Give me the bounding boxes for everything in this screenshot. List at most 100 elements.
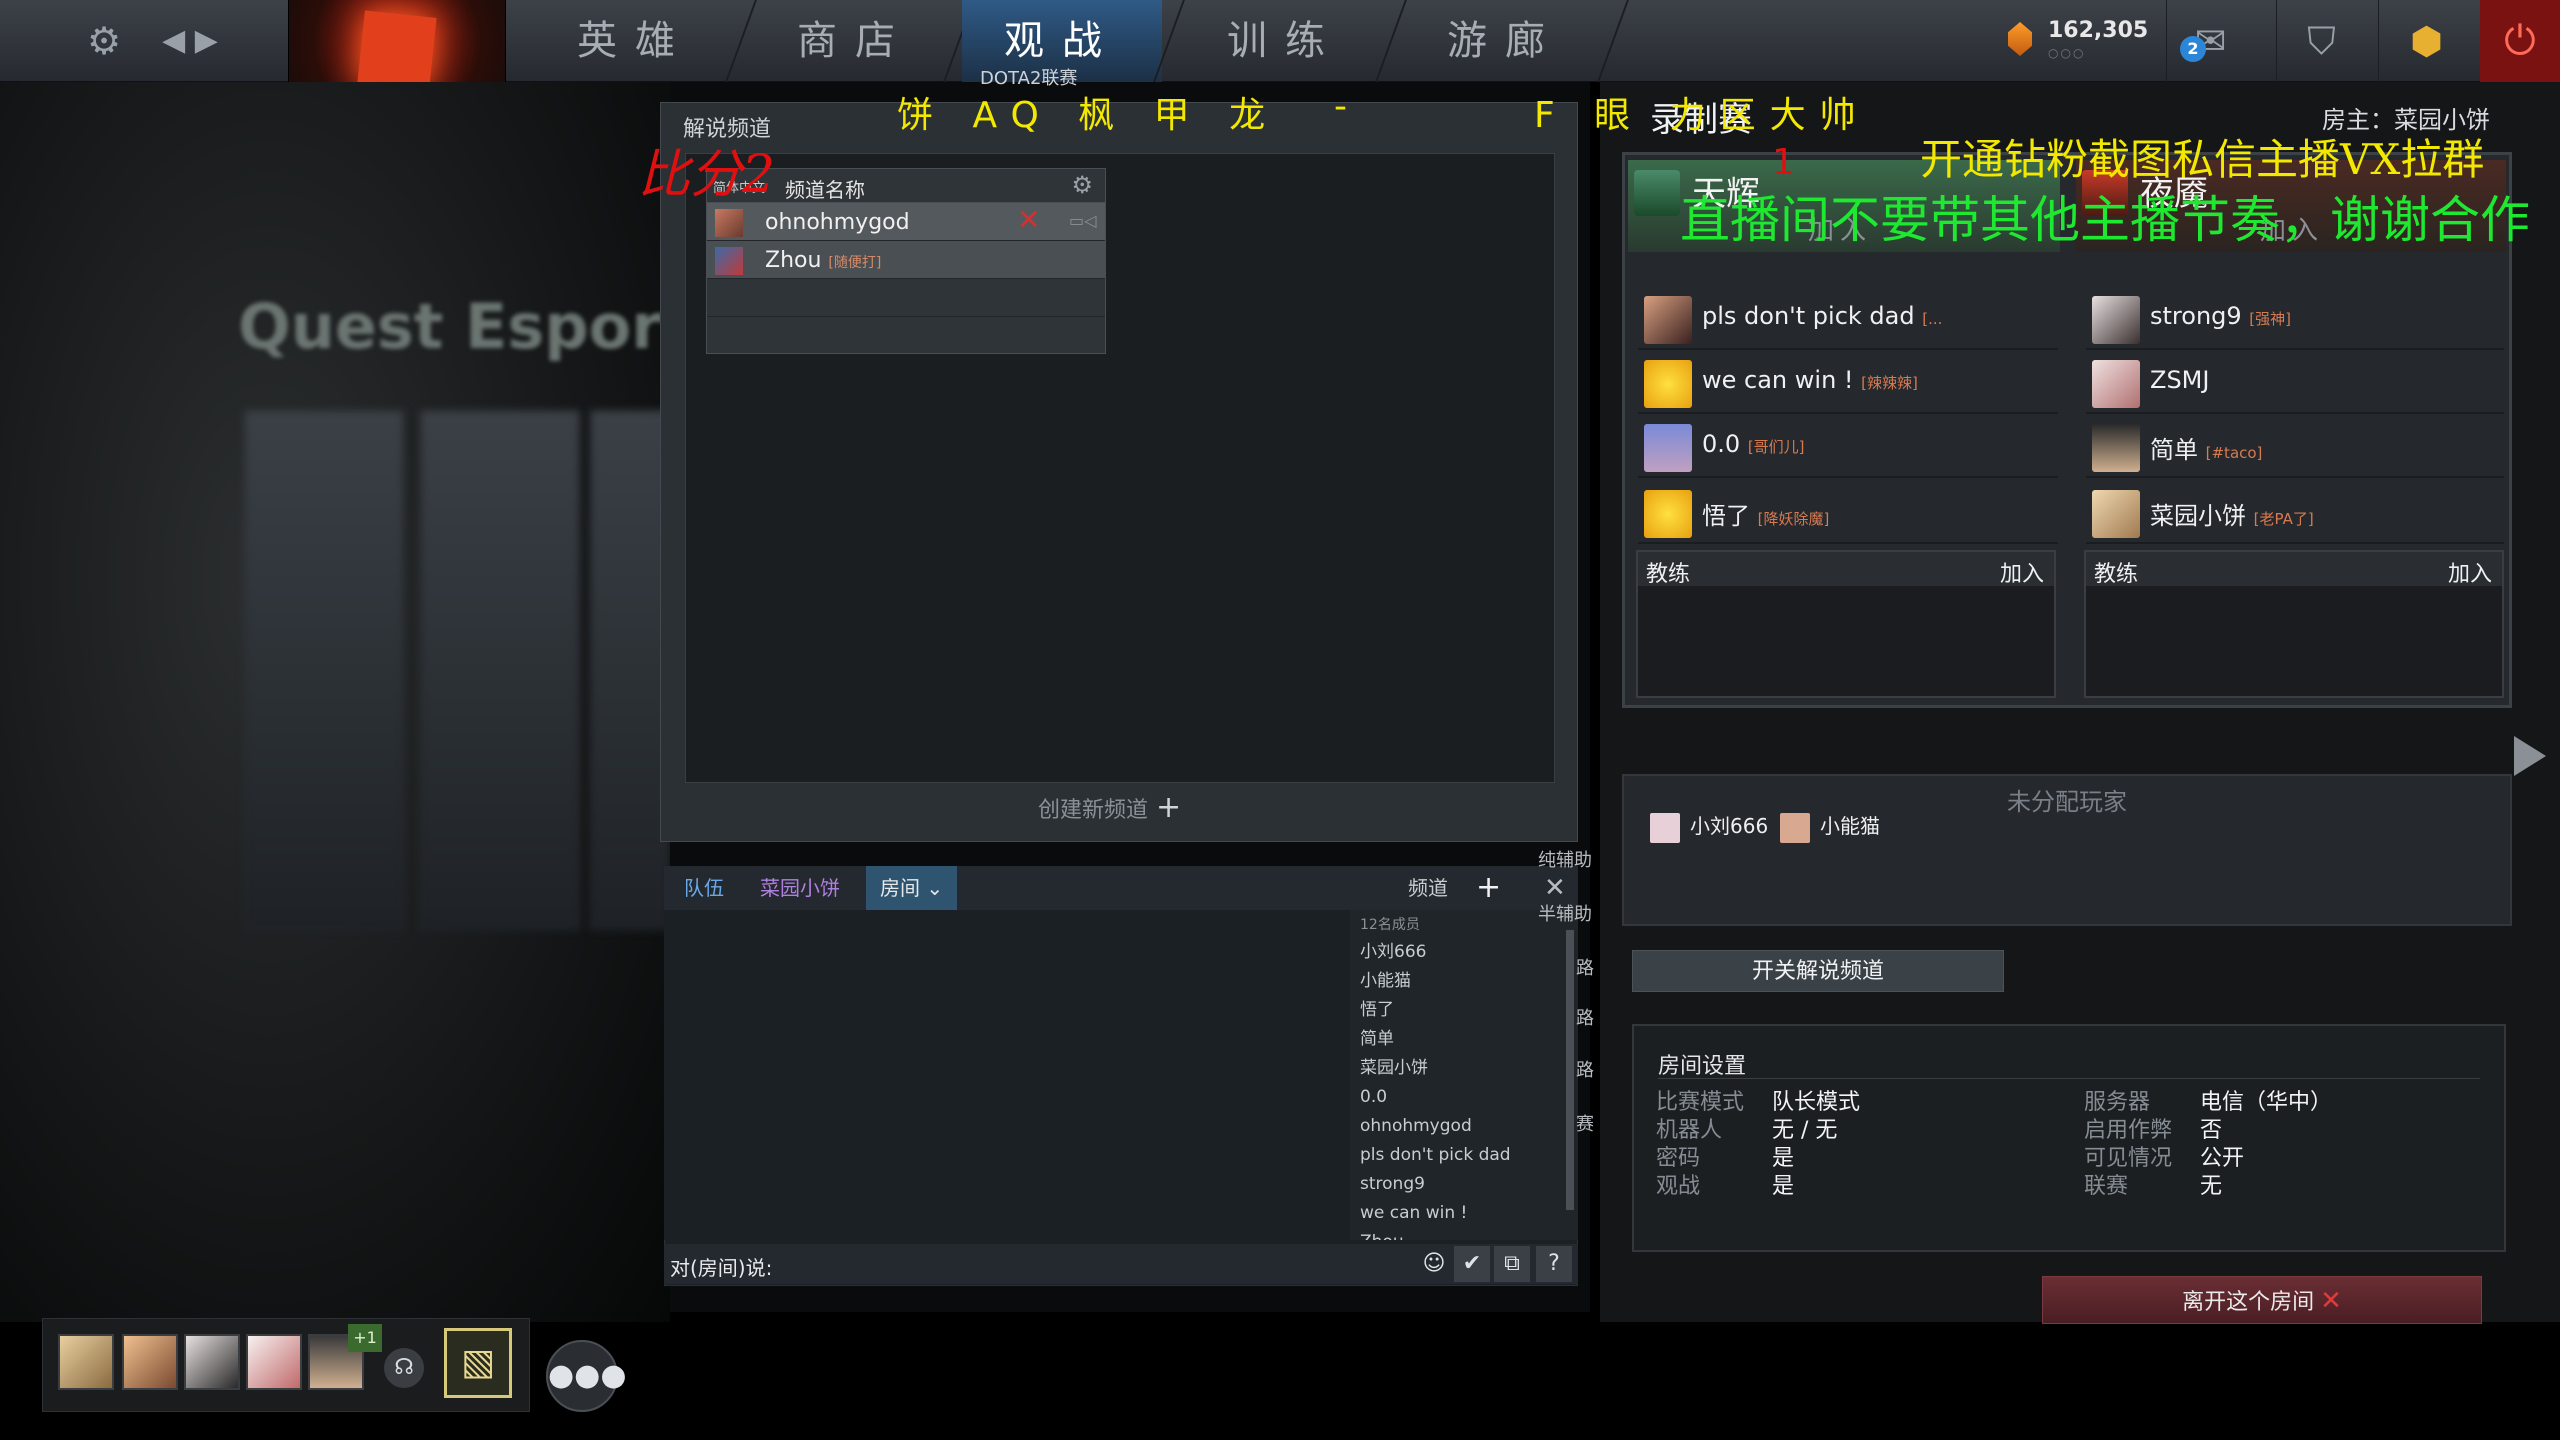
background-logo-text: Quest Espor bbox=[238, 290, 662, 363]
party-status-icon[interactable]: ▧ bbox=[444, 1328, 512, 1398]
emoji-icon[interactable]: ☺ bbox=[1416, 1246, 1452, 1282]
create-channel-button[interactable]: 创建新频道 + bbox=[1038, 790, 1181, 825]
gear-icon[interactable]: ⚙ bbox=[1071, 171, 1093, 199]
member-item[interactable]: Zhou bbox=[1350, 1228, 1578, 1240]
channel-row[interactable]: ohnohmygod ✕ ▭◁ bbox=[707, 203, 1105, 241]
chevron-right-icon[interactable] bbox=[2514, 736, 2546, 776]
unassigned-players: 未分配玩家 bbox=[1622, 774, 2512, 926]
shards-amount: 162,305 bbox=[2048, 18, 2149, 43]
plus-subscription-icon[interactable]: ⬢ bbox=[2378, 0, 2474, 82]
member-item[interactable]: we can win ! bbox=[1350, 1199, 1578, 1228]
unassigned-player[interactable]: 小刘666 bbox=[1650, 810, 1768, 843]
chat-tab-team[interactable]: 队伍 bbox=[670, 866, 738, 910]
party-avatar[interactable] bbox=[122, 1334, 178, 1390]
party-extra-count: +1 bbox=[348, 1324, 382, 1352]
dota-logo[interactable] bbox=[288, 0, 506, 92]
setting-item: 联赛无 bbox=[2084, 1174, 2223, 1199]
divider bbox=[1658, 1078, 2480, 1079]
radiant-player-slot[interactable]: pls don't pick dad [... bbox=[1638, 288, 2058, 350]
member-item[interactable]: 简单 bbox=[1350, 1025, 1578, 1054]
avatar bbox=[1644, 360, 1692, 408]
overlay-dash: - bbox=[1334, 86, 1347, 127]
overlay-promo: 开通钻粉截图私信主播VX拉群 bbox=[1920, 135, 2485, 184]
dire-player-slot[interactable]: ZSMJ bbox=[2086, 352, 2504, 414]
avatar bbox=[2092, 360, 2140, 408]
member-item[interactable]: 0.0 bbox=[1350, 1083, 1578, 1112]
setting-item: 观战是 bbox=[1656, 1174, 1795, 1199]
avatar bbox=[2092, 490, 2140, 538]
side-role-label: 路 bbox=[1576, 1008, 1594, 1029]
settings-gear-icon[interactable]: ⚙ bbox=[72, 0, 136, 82]
coach-label: 教练 bbox=[2094, 562, 2139, 587]
party-avatar[interactable] bbox=[246, 1334, 302, 1390]
member-item[interactable]: 小能猫 bbox=[1350, 967, 1578, 996]
member-item[interactable]: 悟了 bbox=[1350, 996, 1578, 1025]
screenshot-icon[interactable]: ⧉ bbox=[1494, 1246, 1530, 1282]
member-item[interactable]: ohnohmygod bbox=[1350, 1112, 1578, 1141]
tab-heroes[interactable]: 英雄 bbox=[540, 0, 730, 82]
channel-caster-name: Zhou [随便打] bbox=[765, 248, 882, 273]
member-item[interactable]: 小刘666 bbox=[1350, 938, 1578, 967]
coach-join[interactable]: 加入 bbox=[2448, 556, 2492, 588]
camera-icon[interactable]: ▭◁ bbox=[1069, 211, 1096, 230]
radiant-player-slot[interactable]: 悟了 [降妖除魔] bbox=[1638, 482, 2058, 544]
side-role-label: 路 bbox=[1576, 1060, 1594, 1081]
power-icon[interactable]: ⏻ bbox=[2480, 0, 2560, 82]
member-item[interactable]: pls don't pick dad bbox=[1350, 1141, 1578, 1170]
shard-icon bbox=[2008, 22, 2032, 56]
dire-player-slot[interactable]: strong9 [强神] bbox=[2086, 288, 2504, 350]
unassigned-player[interactable]: 小能猫 bbox=[1780, 810, 1880, 843]
radiant-player-slot[interactable]: we can win ! [辣辣辣] bbox=[1638, 352, 2058, 414]
overlay-score: 比分2 bbox=[638, 145, 776, 205]
avatar bbox=[715, 209, 743, 237]
chat-tab-room[interactable]: 房间 ⌄ bbox=[866, 866, 958, 910]
tab-store[interactable]: 商店 bbox=[760, 0, 950, 82]
party-avatar[interactable] bbox=[184, 1334, 240, 1390]
background-card bbox=[244, 410, 404, 930]
side-role-label: 纯辅助 bbox=[1538, 850, 1592, 871]
member-item[interactable]: strong9 bbox=[1350, 1170, 1578, 1199]
side-role-label: 半辅助 bbox=[1538, 904, 1592, 925]
chat-tab-party[interactable]: 菜园小饼 bbox=[746, 866, 854, 910]
dire-player-slot[interactable]: 菜园小饼 [老PA了] bbox=[2086, 482, 2504, 544]
tab-learn[interactable]: 训练 bbox=[1190, 0, 1380, 82]
channel-row[interactable]: Zhou [随便打] bbox=[707, 241, 1105, 279]
toggle-broadcast-channel-button[interactable]: 开关解说频道 bbox=[1632, 950, 2004, 992]
radiant-icon bbox=[1634, 170, 1680, 216]
avatar bbox=[1644, 296, 1692, 344]
close-icon[interactable]: ✕ bbox=[1017, 203, 1040, 236]
tab-arcade[interactable]: 游廊 bbox=[1410, 0, 1600, 82]
radiant-player-slot[interactable]: 0.0 [哥们儿] bbox=[1638, 416, 2058, 478]
chat-log bbox=[664, 910, 1350, 1240]
dire-coach-slot: 教练 加入 bbox=[2084, 550, 2504, 698]
dire-player-slot[interactable]: 简单 [#taco] bbox=[2086, 416, 2504, 478]
background-card bbox=[420, 410, 580, 930]
send-check-icon[interactable]: ✔ bbox=[1454, 1246, 1490, 1282]
shards-currency[interactable]: 162,305 ○○○ bbox=[2008, 18, 2148, 64]
avatar bbox=[1644, 424, 1692, 472]
avatar bbox=[715, 247, 743, 275]
leave-room-button[interactable]: 离开这个房间 ✕ bbox=[2042, 1276, 2482, 1324]
shards-dots: ○○○ bbox=[2048, 46, 2086, 60]
back-forward-arrows-icon[interactable]: ◀ ▶ bbox=[150, 0, 230, 82]
party-group-icon[interactable]: ●●● bbox=[546, 1340, 627, 1412]
overlay-team-left: 饼 AQ 枫 甲 龙 bbox=[897, 95, 1280, 136]
member-item[interactable]: 菜园小饼 bbox=[1350, 1054, 1578, 1083]
side-role-label: 路 bbox=[1576, 958, 1594, 979]
headset-icon[interactable]: ☊ bbox=[384, 1348, 424, 1388]
channel-row-empty bbox=[707, 279, 1105, 317]
chat-input-label: 对(房间)说: bbox=[670, 1256, 773, 1280]
party-avatar[interactable] bbox=[58, 1334, 114, 1390]
channel-label[interactable]: 频道 bbox=[1394, 866, 1462, 910]
coach-join[interactable]: 加入 bbox=[2000, 556, 2044, 588]
member-scrollbar[interactable] bbox=[1566, 930, 1574, 1210]
avatar bbox=[2092, 424, 2140, 472]
add-channel-icon[interactable]: + bbox=[1462, 866, 1515, 910]
armory-icon[interactable]: ⛉ bbox=[2276, 0, 2366, 82]
member-list: 12名成员 小刘666 小能猫 悟了 简单 菜园小饼 0.0 ohnohmygo… bbox=[1350, 910, 1578, 1240]
mail-icon[interactable]: ✉ bbox=[2166, 0, 2254, 82]
overlay-notice: 直播间不要带其他主播节奏，谢谢合作 bbox=[1680, 191, 2530, 249]
avatar bbox=[2092, 296, 2140, 344]
settings-title: 房间设置 bbox=[1658, 1054, 1747, 1079]
help-icon[interactable]: ? bbox=[1536, 1246, 1572, 1282]
